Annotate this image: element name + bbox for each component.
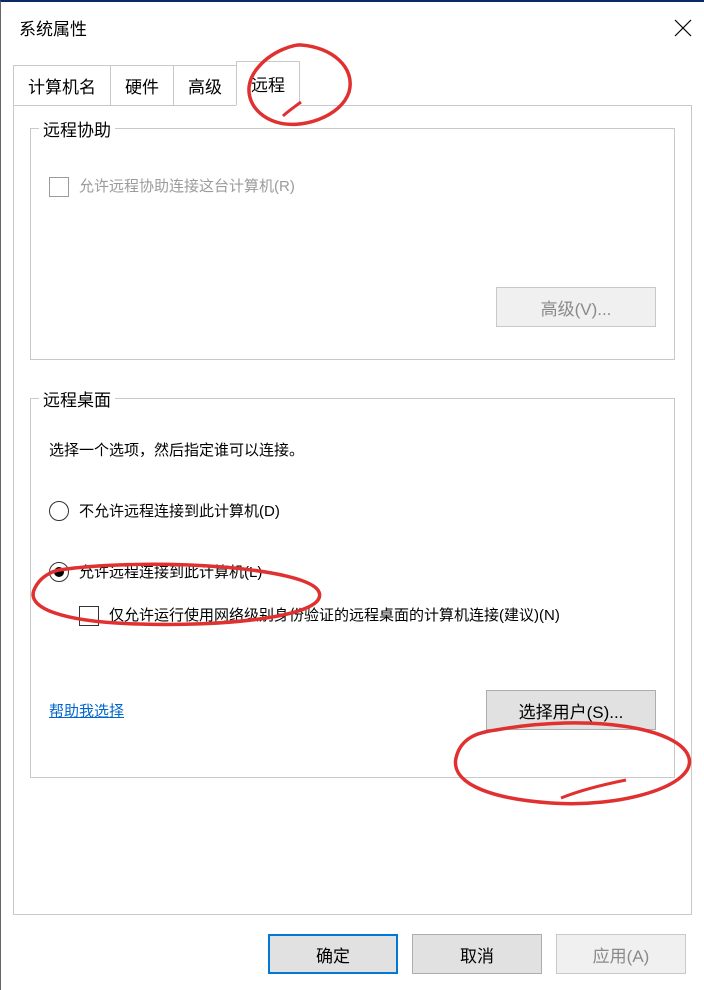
tab-row: 计算机名 硬件 高级 远程 <box>13 66 704 106</box>
apply-button: 应用(A) <box>556 934 686 974</box>
remote-desktop-instruction: 选择一个选项，然后指定谁可以连接。 <box>49 439 656 460</box>
titlebar: 系统属性 <box>1 2 704 54</box>
help-link[interactable]: 帮助我选择 <box>49 700 124 721</box>
radio-allow-label: 允许远程连接到此计算机(L) <box>79 561 262 582</box>
remote-assist-legend: 远程协助 <box>39 116 115 141</box>
radio-deny-label: 不允许远程连接到此计算机(D) <box>79 500 280 521</box>
tab-hardware[interactable]: 硬件 <box>110 65 174 106</box>
close-icon[interactable] <box>674 19 692 37</box>
cancel-button[interactable]: 取消 <box>412 934 542 974</box>
nla-checkbox[interactable] <box>79 606 99 626</box>
remote-assist-group: 远程协助 允许远程协助连接这台计算机(R) 高级(V)... <box>30 128 675 360</box>
remote-desktop-legend: 远程桌面 <box>39 386 115 411</box>
tab-advanced[interactable]: 高级 <box>173 65 237 106</box>
remote-assist-checkbox-label: 允许远程协助连接这台计算机(R) <box>79 175 295 196</box>
remote-assist-checkbox <box>49 177 69 197</box>
nla-checkbox-label: 仅允许运行使用网络级别身份验证的远程桌面的计算机连接(建议)(N) <box>109 604 560 628</box>
remote-assist-advanced-button: 高级(V)... <box>496 287 656 327</box>
select-users-button[interactable]: 选择用户(S)... <box>486 690 656 730</box>
tab-panel-remote: 远程协助 允许远程协助连接这台计算机(R) 高级(V)... 远程桌面 选择一个… <box>13 105 692 915</box>
radio-allow[interactable] <box>49 562 69 582</box>
radio-deny[interactable] <box>49 501 69 521</box>
system-properties-window: 系统属性 计算机名 硬件 高级 远程 远程协助 允许远程协助连接这台计算机(R)… <box>0 0 704 990</box>
tab-computer-name[interactable]: 计算机名 <box>13 65 111 106</box>
window-title: 系统属性 <box>19 15 87 40</box>
dialog-button-row: 确定 取消 应用(A) <box>268 934 686 974</box>
remote-desktop-group: 远程桌面 选择一个选项，然后指定谁可以连接。 不允许远程连接到此计算机(D) 允… <box>30 398 675 778</box>
tab-remote[interactable]: 远程 <box>236 61 300 106</box>
radio-allow-row[interactable]: 允许远程连接到此计算机(L) <box>49 561 656 582</box>
radio-dot-icon <box>54 567 64 577</box>
radio-deny-row[interactable]: 不允许远程连接到此计算机(D) <box>49 500 656 521</box>
ok-button[interactable]: 确定 <box>268 934 398 974</box>
